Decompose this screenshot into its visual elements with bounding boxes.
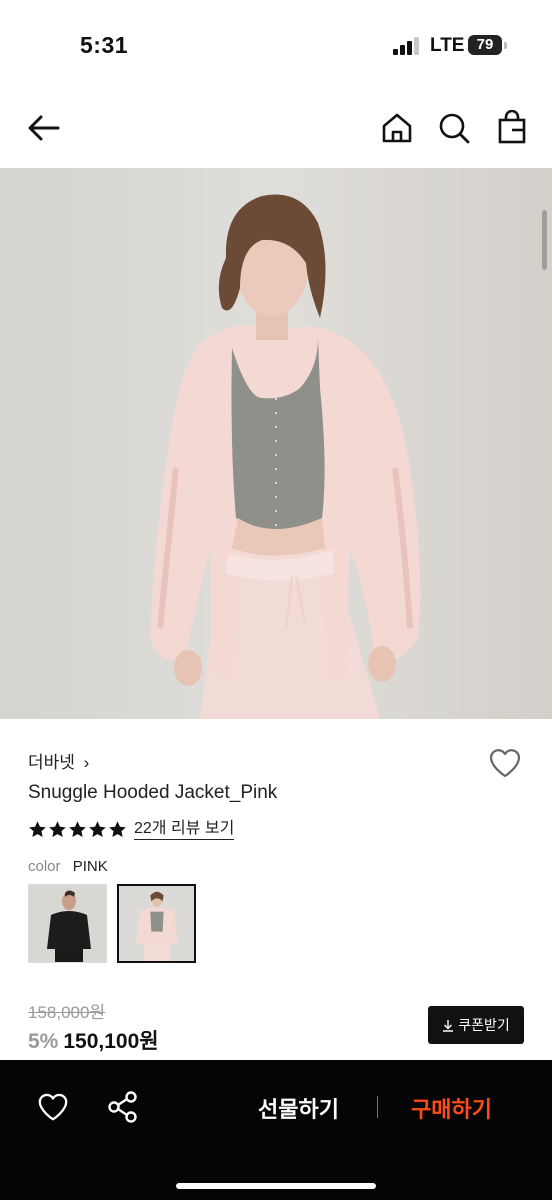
chevron-right-icon: › [83, 753, 90, 772]
color-row: color PINK [28, 858, 108, 875]
status-time: 5:31 [80, 32, 129, 58]
gift-button[interactable]: 선물하기 [258, 1092, 339, 1124]
network-label: LTE [430, 35, 465, 56]
download-icon [443, 1019, 454, 1032]
star-icon [69, 820, 86, 837]
star-icon [89, 820, 106, 837]
search-icon[interactable] [436, 110, 472, 146]
share-icon[interactable] [106, 1090, 140, 1124]
heart-icon[interactable] [36, 1090, 70, 1124]
wishlist-heart-icon[interactable] [487, 745, 523, 781]
buy-button[interactable]: 구매하기 [411, 1092, 492, 1124]
star-icon [109, 820, 126, 837]
product-name: Snuggle Hooded Jacket_Pink [28, 782, 278, 803]
shopping-bag-icon[interactable] [494, 109, 530, 146]
battery-icon: 79 [468, 35, 502, 55]
arrow-left-icon[interactable] [26, 110, 62, 146]
discount-rate: 5% [28, 1030, 59, 1053]
review-link[interactable]: 22개 리뷰 보기 [134, 819, 235, 840]
status-bar: 5:31 LTE 79 [0, 0, 552, 92]
signal-icon [393, 37, 423, 55]
rating-stars [28, 820, 127, 839]
bottom-action-bar: 선물하기 구매하기 [0, 1060, 552, 1200]
price-row: 5% 150,100원 [28, 1025, 159, 1055]
original-price: 158,000원 [28, 1003, 106, 1022]
divider [377, 1096, 378, 1118]
top-nav [0, 92, 552, 168]
battery-tip [504, 42, 507, 49]
star-icon [29, 820, 46, 837]
color-thumbnails [28, 884, 196, 963]
scroll-indicator[interactable] [542, 210, 547, 270]
rating-row: 22개 리뷰 보기 [28, 818, 235, 840]
coupon-label: 쿠폰받기 [458, 1017, 510, 1033]
product-image[interactable] [0, 168, 552, 719]
home-icon[interactable] [379, 110, 415, 146]
brand-link[interactable]: 더바넷 › [28, 748, 89, 773]
sale-price: 150,100원 [63, 1030, 159, 1053]
brand-name: 더바넷 [28, 753, 75, 772]
color-value: PINK [72, 858, 108, 875]
coupon-button[interactable]: 쿠폰받기 [428, 1006, 524, 1044]
star-icon [49, 820, 66, 837]
thumbnail-black[interactable] [28, 884, 107, 963]
thumbnail-pink[interactable] [117, 884, 196, 963]
home-indicator[interactable] [176, 1183, 376, 1189]
color-label: color [28, 858, 61, 875]
